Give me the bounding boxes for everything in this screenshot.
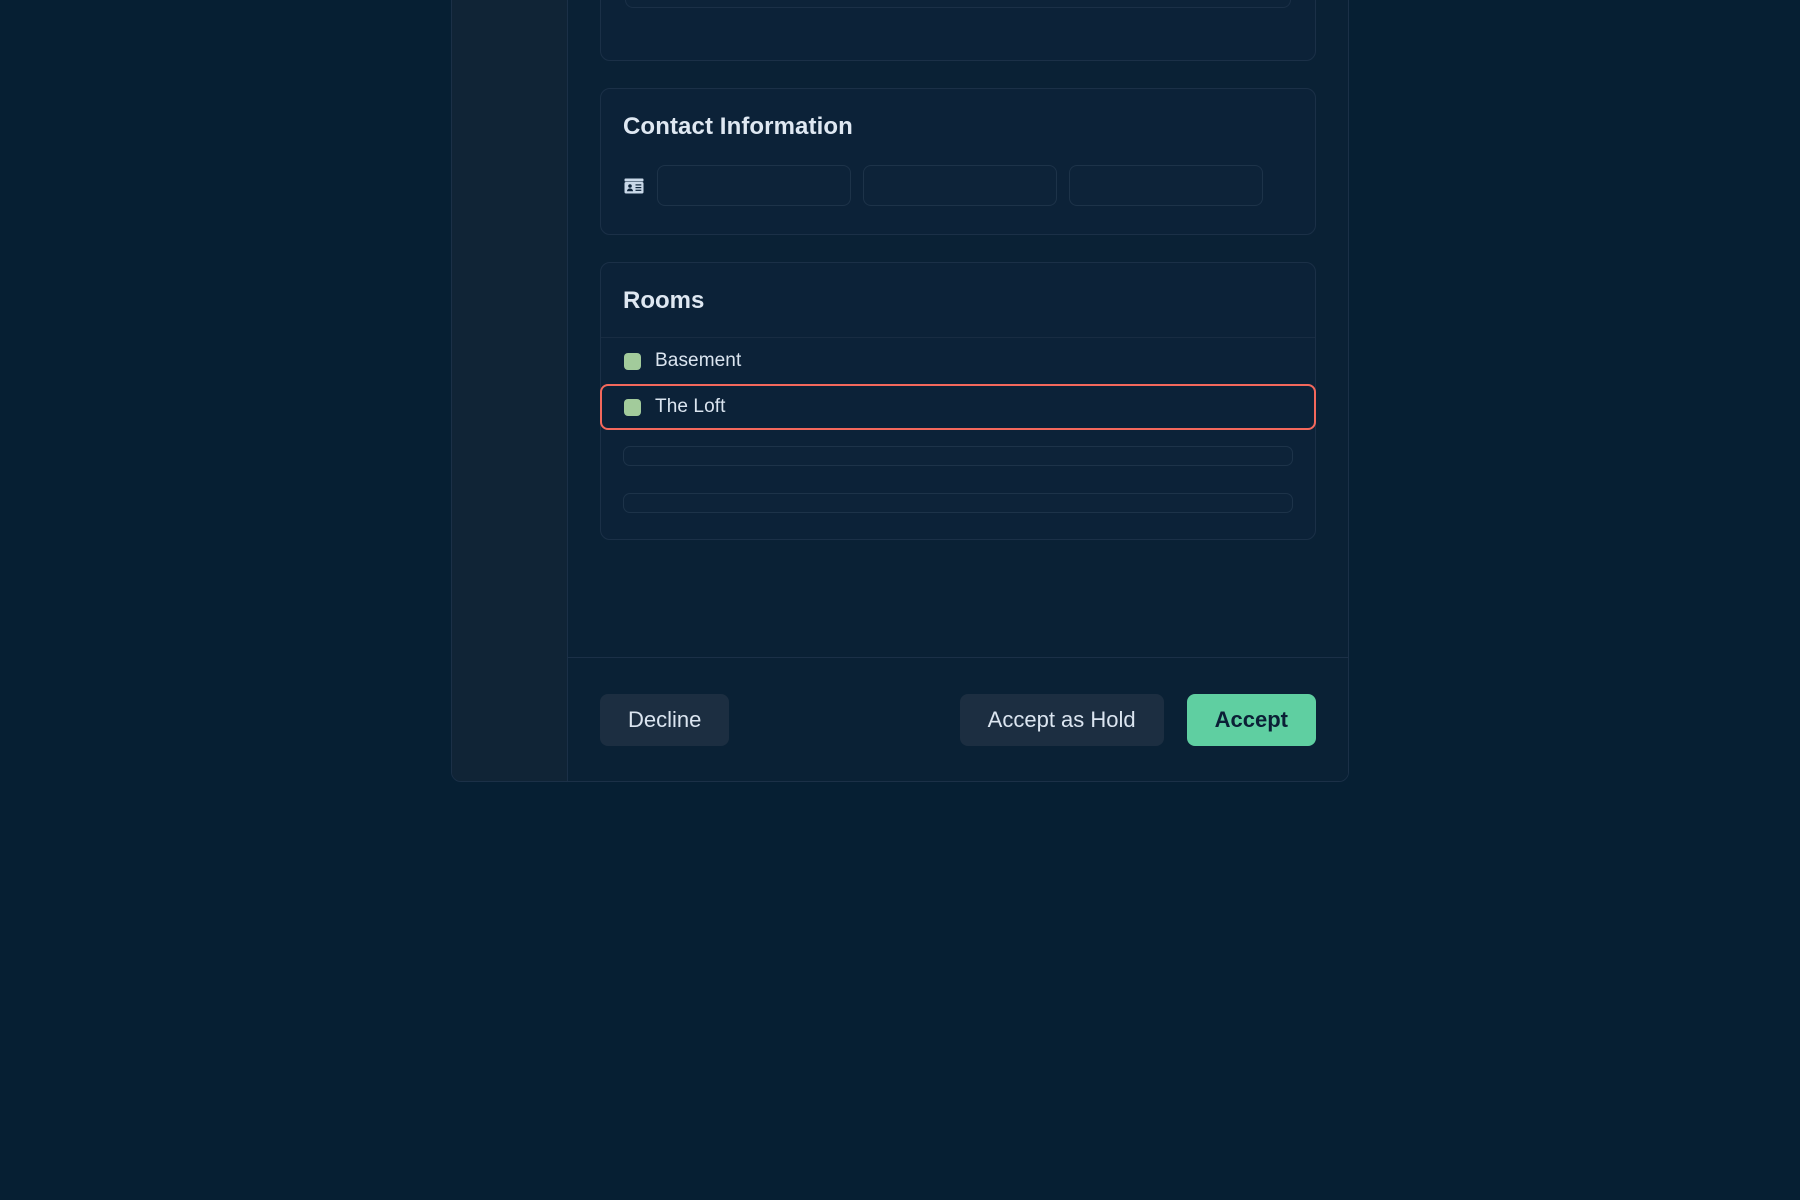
rooms-title: Rooms — [623, 287, 705, 314]
booking-request-modal: Contact Information Rooms Basement The L… — [451, 0, 1349, 782]
modal-main: Contact Information Rooms Basement The L… — [568, 0, 1348, 781]
rooms-empty-rows — [601, 430, 1315, 539]
page-root: Contact Information Rooms Basement The L… — [0, 0, 1800, 1200]
rooms-card: Rooms Basement The Loft — [600, 262, 1316, 540]
modal-body: Contact Information Rooms Basement The L… — [568, 0, 1348, 657]
room-list-item-the-loft[interactable]: The Loft — [600, 384, 1316, 430]
rooms-card-header: Rooms — [601, 263, 1315, 338]
room-list-item-basement[interactable]: Basement — [600, 338, 1316, 384]
contact-fields-row — [601, 141, 1315, 206]
contact-information-card: Contact Information — [600, 88, 1316, 235]
top-card-field-stub[interactable] — [625, 0, 1291, 8]
top-details-card — [600, 0, 1316, 61]
contact-input-3[interactable] — [1069, 165, 1263, 206]
room-color-swatch-icon — [624, 352, 641, 370]
room-label: The Loft — [655, 396, 726, 417]
contact-input-1[interactable] — [657, 165, 851, 206]
accept-button[interactable]: Accept — [1186, 693, 1316, 746]
modal-sidebar — [452, 0, 568, 781]
accept-as-hold-button[interactable]: Accept as Hold — [959, 693, 1164, 746]
contact-input-2[interactable] — [863, 165, 1057, 206]
rooms-empty-row[interactable] — [623, 493, 1293, 513]
decline-button[interactable]: Decline — [600, 693, 730, 746]
rooms-empty-row[interactable] — [623, 446, 1293, 466]
footer-actions: Accept as Hold Accept — [959, 693, 1316, 746]
contact-card-icon — [623, 175, 645, 197]
room-color-swatch-icon — [624, 398, 641, 416]
contact-information-title: Contact Information — [623, 113, 853, 140]
modal-footer: Decline Accept as Hold Accept — [568, 657, 1348, 781]
room-label: Basement — [655, 350, 742, 371]
